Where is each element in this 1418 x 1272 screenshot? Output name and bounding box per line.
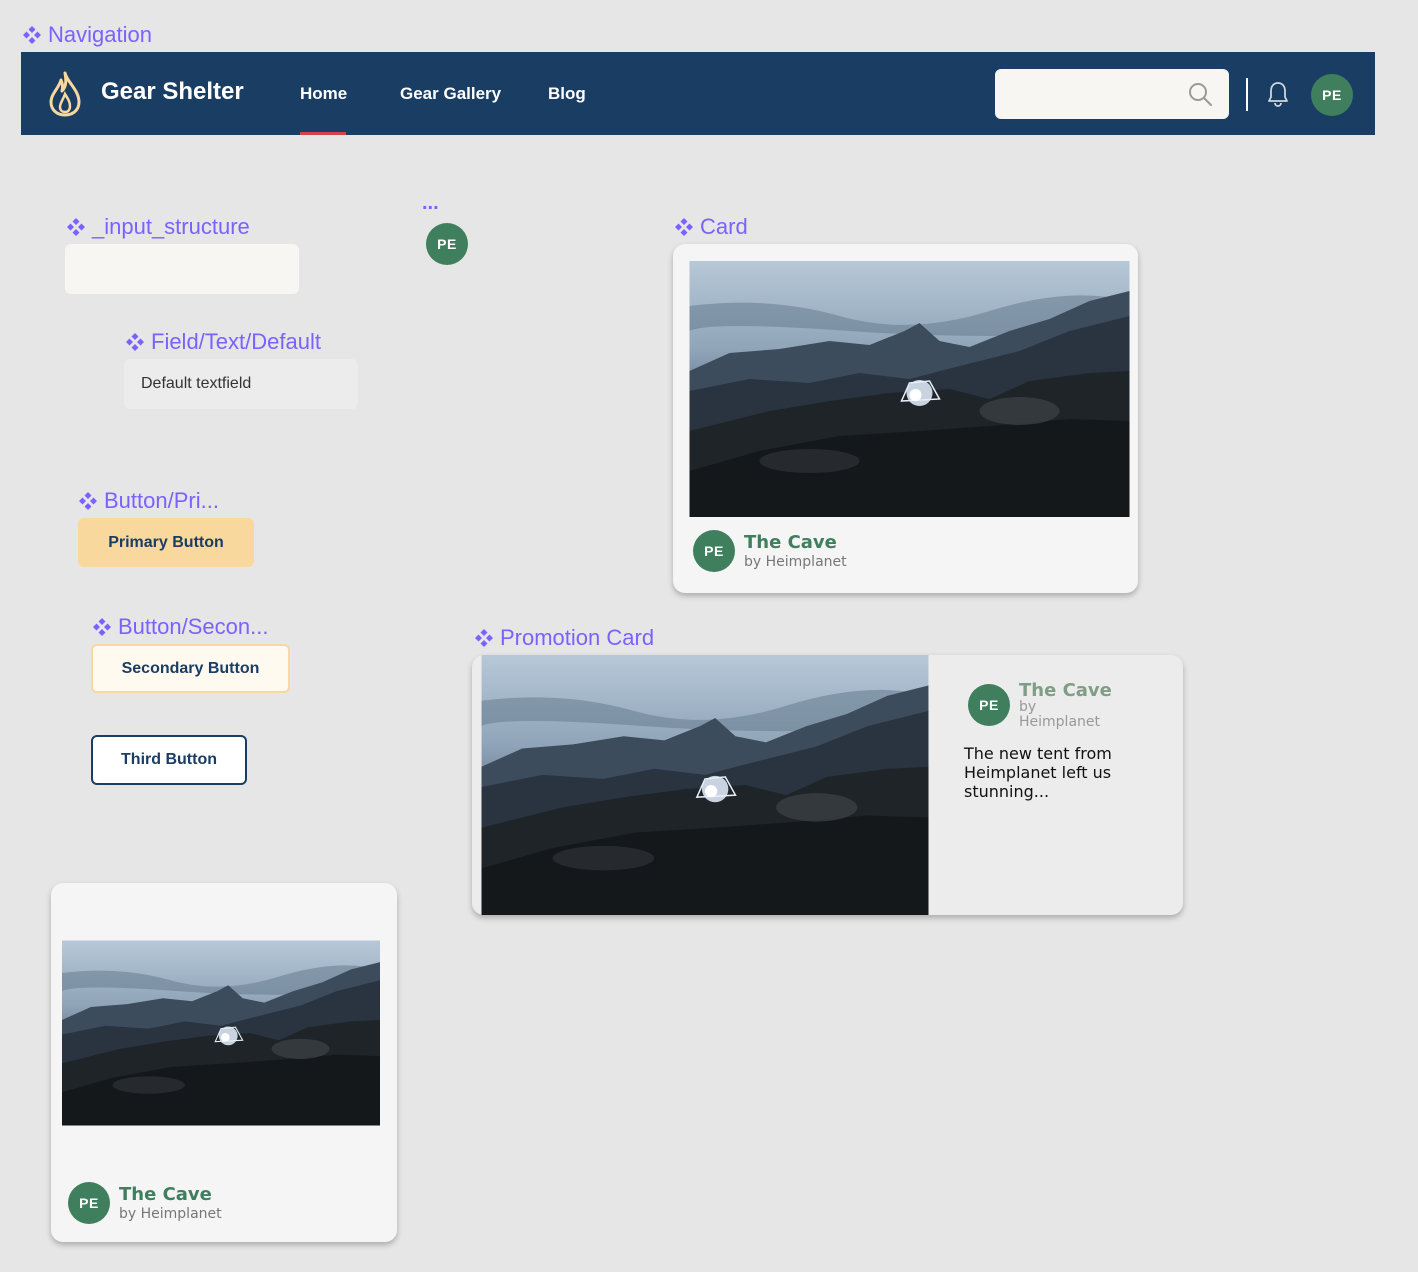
component-label-text: Button/Secon...	[118, 614, 269, 639]
component-icon	[92, 617, 112, 637]
component-label-text: Button/Pri...	[104, 488, 219, 513]
primary-button[interactable]: Primary Button	[78, 518, 254, 567]
brand-name[interactable]: Gear Shelter	[101, 78, 244, 106]
component-icon	[474, 628, 494, 648]
default-textfield[interactable]: Default textfield	[124, 359, 358, 409]
promotion-by: by	[1019, 699, 1037, 715]
card-title[interactable]: The Cave	[744, 532, 837, 553]
component-label-button-primary: Button/Pri...	[78, 488, 219, 514]
card-small[interactable]: PE The Cave by Heimplanet	[51, 883, 397, 1242]
promotion-description: The new tent from Heimplanet left us stu…	[964, 744, 1112, 801]
component-label-text: Card	[700, 214, 748, 239]
component-label-text: Navigation	[48, 22, 152, 47]
card-small-title[interactable]: The Cave	[119, 1184, 212, 1205]
component-icon	[22, 25, 42, 45]
component-label-button-secondary: Button/Secon...	[92, 614, 268, 640]
avatar[interactable]: PE	[426, 223, 468, 265]
search-input[interactable]	[995, 69, 1229, 119]
nav-link-home[interactable]: Home	[300, 84, 347, 104]
promotion-photo	[472, 655, 938, 915]
nav-link-blog[interactable]: Blog	[548, 84, 586, 104]
nav-divider	[1246, 78, 1248, 111]
promotion-card[interactable]: PE The Cave by Heimplanet The new tent f…	[472, 655, 1183, 915]
search-icon[interactable]	[1187, 81, 1213, 107]
component-label-text: Field/Text/Default	[151, 329, 321, 354]
component-label-field-text-default: Field/Text/Default	[125, 329, 321, 355]
bell-icon[interactable]	[1267, 80, 1289, 108]
promotion-maker: Heimplanet	[1019, 714, 1100, 730]
component-icon	[66, 217, 86, 237]
component-label-text: _input_structure	[92, 214, 250, 239]
component-label-navigation: Navigation	[22, 22, 152, 48]
promotion-avatar[interactable]: PE	[968, 684, 1010, 726]
component-ellipsis: ...	[422, 192, 439, 214]
card-subtitle: by Heimplanet	[744, 554, 847, 570]
third-button[interactable]: Third Button	[91, 735, 247, 785]
navigation-bar: Gear Shelter Home Gear Gallery Blog PE	[21, 52, 1375, 135]
secondary-button[interactable]: Secondary Button	[91, 644, 290, 693]
component-label-promotion-card: Promotion Card	[474, 625, 654, 651]
card-small-avatar[interactable]: PE	[68, 1182, 110, 1224]
component-label-card: Card	[674, 214, 748, 240]
component-label-text: Promotion Card	[500, 625, 655, 650]
component-icon	[125, 332, 145, 352]
card-small-subtitle: by Heimplanet	[119, 1206, 222, 1222]
component-icon	[674, 217, 694, 237]
component-label-input-structure: _input_structure	[66, 214, 250, 240]
component-icon	[78, 491, 98, 511]
flame-logo-icon[interactable]	[47, 70, 83, 118]
card-photo	[689, 261, 1130, 517]
card-avatar[interactable]: PE	[693, 530, 735, 572]
textfield-value: Default textfield	[141, 375, 252, 392]
card[interactable]: PE The Cave by Heimplanet	[673, 244, 1138, 593]
promotion-subtitle: by Heimplanet	[1019, 700, 1100, 730]
nav-link-gear-gallery[interactable]: Gear Gallery	[400, 84, 501, 104]
promotion-title[interactable]: The Cave	[1019, 680, 1112, 701]
user-avatar[interactable]: PE	[1311, 74, 1353, 116]
card-small-photo	[62, 905, 380, 1161]
active-nav-indicator	[300, 132, 346, 135]
input-structure-field[interactable]	[65, 244, 299, 294]
